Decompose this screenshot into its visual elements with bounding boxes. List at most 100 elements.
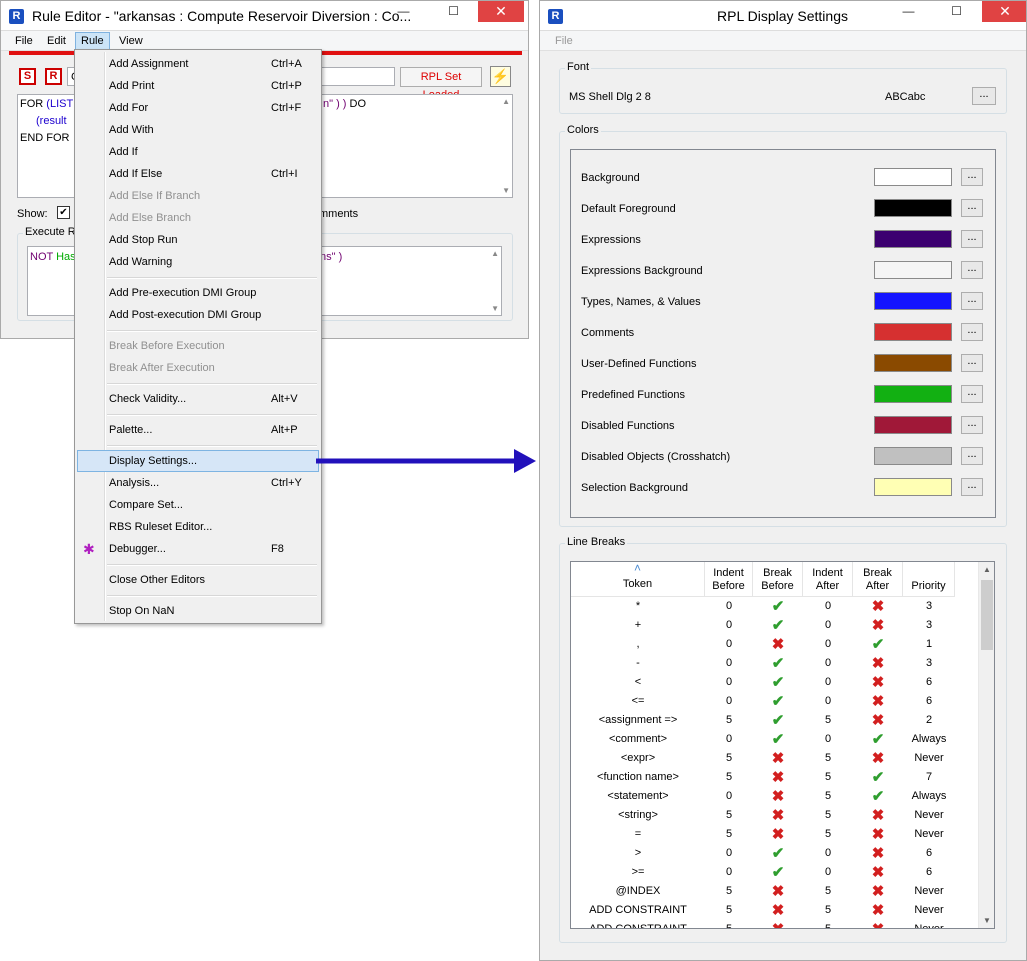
table-row[interactable]: , 0 ✖ 0 ✔ 1 (571, 635, 979, 654)
menu-item-rbs-ruleset-editor[interactable]: RBS Ruleset Editor... (77, 516, 319, 538)
table-row[interactable]: <= 0 ✔ 0 ✖ 6 (571, 692, 979, 711)
menu-view[interactable]: View (119, 35, 143, 47)
indent-before-cell: 0 (725, 657, 733, 669)
table-row[interactable]: ADD CONSTRAINT 5 ✖ 5 ✖ Never (571, 901, 979, 920)
maximize-icon[interactable]: ☐ (431, 1, 476, 22)
color-swatch[interactable] (874, 323, 952, 341)
font-browse-button[interactable]: ... (972, 87, 996, 105)
bolt-icon[interactable]: ⚡ (490, 66, 511, 87)
minimize-icon[interactable]: — (886, 1, 931, 22)
color-browse-button[interactable]: ... (961, 168, 983, 186)
menu-item-stop-on-nan[interactable]: Stop On NaN (77, 600, 319, 622)
column-header-break-before[interactable]: Break Before (753, 562, 803, 597)
rpl-menu-file[interactable]: File (555, 35, 573, 47)
color-swatch[interactable] (874, 354, 952, 372)
menu-item-add-with[interactable]: Add With (77, 119, 319, 141)
indent-after-cell: 5 (824, 809, 832, 821)
table-row[interactable]: <statement> 0 ✖ 5 ✔ Always (571, 787, 979, 806)
menu-item-palette[interactable]: Palette... Alt+P (77, 419, 319, 441)
table-row[interactable]: * 0 ✔ 0 ✖ 3 (571, 597, 979, 616)
s-icon[interactable]: S (19, 68, 36, 85)
menu-item-add-for[interactable]: Add For Ctrl+F (77, 97, 319, 119)
table-scrollbar[interactable]: ▲ ▼ (978, 562, 994, 928)
color-swatch[interactable] (874, 168, 952, 186)
scroll-thumb[interactable] (981, 580, 993, 650)
r-icon[interactable]: R (45, 68, 62, 85)
check-icon: ✔ (771, 731, 785, 748)
color-browse-button[interactable]: ... (961, 354, 983, 372)
table-row[interactable]: <assignment => 5 ✔ 5 ✖ 2 (571, 711, 979, 730)
menu-item-add-pre-dmi[interactable]: Add Pre-execution DMI Group (77, 282, 319, 304)
color-browse-button[interactable]: ... (961, 478, 983, 496)
scroll-up-icon[interactable]: ▲ (983, 565, 991, 574)
token-cell: <expr> (620, 752, 656, 764)
table-row[interactable]: >0 ✔ 0 ✖ 6 (571, 844, 979, 863)
table-row[interactable]: ADD CONSTRAINT 5 ✖ 5 ✖ Never (571, 920, 979, 928)
table-row[interactable]: = 5 ✖ 5 ✖ Never (571, 825, 979, 844)
menu-file[interactable]: File (15, 35, 33, 47)
maximize-icon[interactable]: ☐ (934, 1, 979, 22)
color-swatch[interactable] (874, 261, 952, 279)
close-icon[interactable]: ✕ (478, 1, 524, 22)
indent-after-cell: 5 (824, 885, 832, 897)
menu-rule[interactable]: Rule (75, 32, 110, 50)
menu-item-check-validity[interactable]: Check Validity... Alt+V (77, 388, 319, 410)
table-row[interactable]: <0 ✔ 0 ✖ 6 (571, 673, 979, 692)
menu-item-analysis[interactable]: Analysis... Ctrl+Y (77, 472, 319, 494)
color-swatch[interactable] (874, 416, 952, 434)
column-header-break-after[interactable]: Break After (853, 562, 903, 597)
color-browse-button[interactable]: ... (961, 385, 983, 403)
color-swatch[interactable] (874, 385, 952, 403)
color-swatch[interactable] (874, 447, 952, 465)
menu-item-display-settings[interactable]: Display Settings... (77, 450, 319, 472)
color-browse-button[interactable]: ... (961, 199, 983, 217)
menu-item-add-assignment[interactable]: Add Assignment Ctrl+A (77, 53, 319, 75)
color-browse-button[interactable]: ... (961, 447, 983, 465)
menu-item-debugger[interactable]: ✱ Debugger... F8 (77, 538, 319, 560)
table-row[interactable]: >= 0 ✔ 0 ✖ 6 (571, 863, 979, 882)
menu-item-add-if-else[interactable]: Add If Else Ctrl+I (77, 163, 319, 185)
color-browse-button[interactable]: ... (961, 230, 983, 248)
menu-item-add-warning[interactable]: Add Warning (77, 251, 319, 273)
scroll-down-icon[interactable]: ▼ (983, 916, 991, 925)
color-swatch[interactable] (874, 478, 952, 496)
column-header-indent-before[interactable]: Indent Before (705, 562, 753, 597)
check-icon: ✔ (771, 598, 785, 615)
table-row[interactable]: <string> 5 ✖ 5 ✖ Never (571, 806, 979, 825)
token-cell: < (634, 676, 642, 688)
menu-item-add-post-dmi[interactable]: Add Post-execution DMI Group (77, 304, 319, 326)
menu-item-close-other-editors[interactable]: Close Other Editors (77, 569, 319, 591)
table-row[interactable]: +0 ✔ 0 ✖ 3 (571, 616, 979, 635)
menu-item-add-stop-run[interactable]: Add Stop Run (77, 229, 319, 251)
menu-item-compare-set[interactable]: Compare Set... (77, 494, 319, 516)
cross-icon: ✖ (771, 883, 785, 900)
menu-item-add-print[interactable]: Add Print Ctrl+P (77, 75, 319, 97)
indent-after-cell: 0 (824, 676, 832, 688)
column-header-token[interactable]: ˄ Token (571, 562, 705, 597)
column-header-priority[interactable]: Priority (903, 562, 955, 597)
cross-icon: ✖ (871, 617, 885, 634)
color-browse-button[interactable]: ... (961, 292, 983, 310)
cross-icon: ✖ (871, 845, 885, 862)
show-checkbox[interactable]: ✔ (57, 206, 70, 219)
table-row[interactable]: <expr> 5 ✖ 5 ✖ Never (571, 749, 979, 768)
column-header-indent-after[interactable]: Indent After (803, 562, 853, 597)
table-row[interactable]: <function name> 5 ✖ 5 ✔ 7 (571, 768, 979, 787)
menu-edit[interactable]: Edit (47, 35, 66, 47)
menu-item-add-if[interactable]: Add If (77, 141, 319, 163)
table-row[interactable]: <comment> 0 ✔ 0 ✔ Always (571, 730, 979, 749)
color-swatch[interactable] (874, 230, 952, 248)
table-row[interactable]: - 0 ✔ 0 ✖ 3 (571, 654, 979, 673)
scroll-down-icon[interactable]: ▼ (502, 186, 510, 195)
exec-scroll-up-icon[interactable]: ▲ (491, 249, 499, 258)
close-icon[interactable]: ✕ (982, 1, 1026, 22)
color-browse-button[interactable]: ... (961, 323, 983, 341)
color-browse-button[interactable]: ... (961, 261, 983, 279)
exec-scroll-down-icon[interactable]: ▼ (491, 304, 499, 313)
minimize-icon[interactable]: — (381, 1, 426, 22)
scroll-up-icon[interactable]: ▲ (502, 97, 510, 106)
color-browse-button[interactable]: ... (961, 416, 983, 434)
color-swatch[interactable] (874, 292, 952, 310)
color-swatch[interactable] (874, 199, 952, 217)
table-row[interactable]: @INDEX 5 ✖ 5 ✖ Never (571, 882, 979, 901)
